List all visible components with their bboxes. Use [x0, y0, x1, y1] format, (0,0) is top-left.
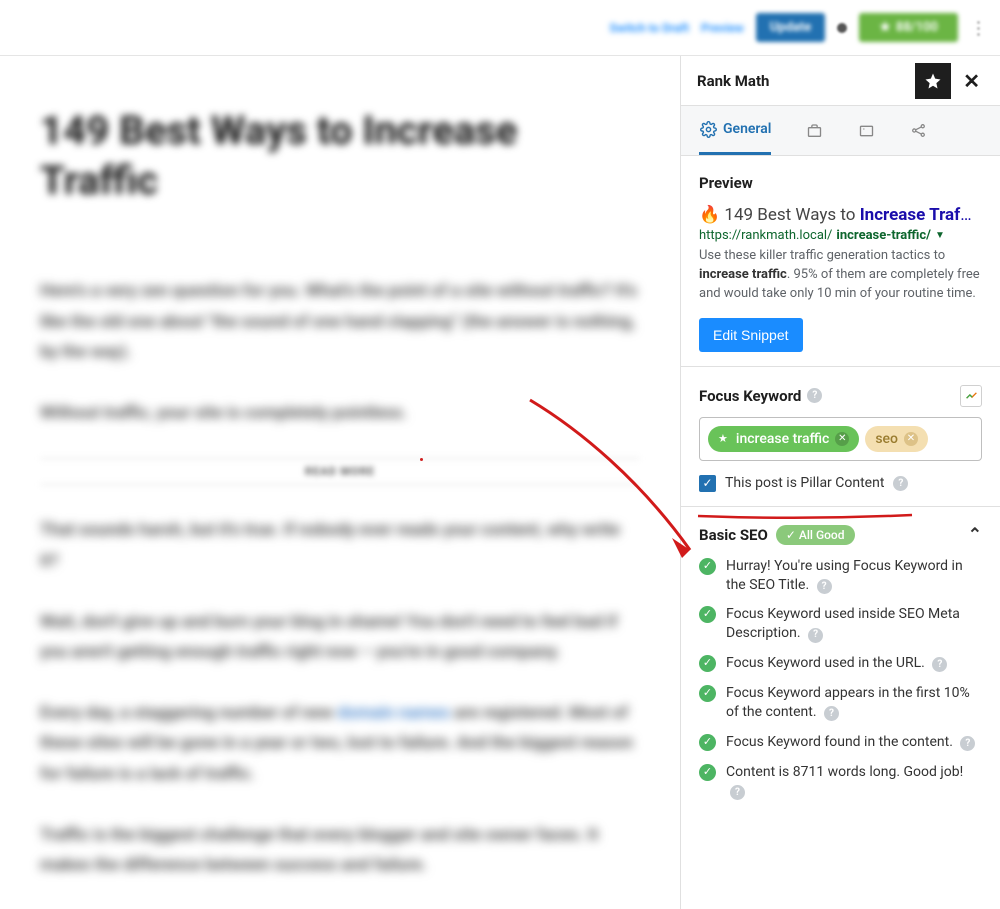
- tab-schema[interactable]: [857, 106, 875, 155]
- rankmath-sidebar-panel: Rank Math ✕ General: [680, 56, 1000, 909]
- caret-down-icon[interactable]: ▼: [935, 230, 945, 241]
- post-title[interactable]: 149 Best Ways to Increase Traffic: [40, 106, 640, 206]
- post-paragraph[interactable]: Traffic is the biggest challenge that ev…: [40, 820, 640, 881]
- check-icon: ✓: [699, 606, 716, 623]
- check-icon: ✓: [699, 655, 716, 672]
- all-good-badge: ✓ All Good: [776, 525, 855, 545]
- schema-icon: [857, 122, 875, 140]
- pillar-checkbox[interactable]: ✓: [699, 475, 716, 492]
- tab-general[interactable]: General: [699, 106, 771, 155]
- panel-title: Rank Math: [697, 72, 769, 90]
- seo-check-item: ✓ Hurray! You're using Focus Keyword in …: [699, 557, 982, 595]
- check-icon: ✓: [699, 734, 716, 751]
- settings-icon[interactable]: [837, 23, 847, 33]
- chevron-up-icon[interactable]: ⌃: [968, 525, 982, 545]
- preview-snippet-url[interactable]: https://rankmath.local/increase-traffic/…: [699, 228, 982, 243]
- update-button[interactable]: Update: [756, 13, 826, 42]
- kebab-menu-icon[interactable]: ⋯: [968, 20, 989, 36]
- rankmath-score-button[interactable]: ★88/100: [859, 13, 958, 42]
- seo-checklist: ✓ Hurray! You're using Focus Keyword in …: [699, 557, 982, 801]
- preview-snippet-title[interactable]: 🔥 149 Best Ways to Increase Traf…: [699, 204, 982, 226]
- star-icon[interactable]: [915, 63, 951, 99]
- remove-keyword-icon[interactable]: ✕: [835, 432, 849, 446]
- seo-check-item: ✓ Focus Keyword found in the content. ?: [699, 733, 982, 752]
- help-icon[interactable]: ?: [730, 785, 745, 800]
- help-icon[interactable]: ?: [817, 579, 832, 594]
- trends-button[interactable]: [960, 385, 982, 407]
- close-icon[interactable]: ✕: [959, 65, 984, 97]
- pillar-content-row[interactable]: ✓ This post is Pillar Content ?: [699, 475, 982, 492]
- post-paragraph[interactable]: Without traffic, your site is completely…: [40, 398, 640, 429]
- inline-link[interactable]: domain names: [337, 703, 450, 723]
- keyword-input-box[interactable]: ★ increase traffic ✕ seo ✕: [699, 417, 982, 461]
- help-icon[interactable]: ?: [960, 736, 975, 751]
- editor-top-toolbar: Switch to Draft Preview Update ★88/100 ⋯: [0, 0, 1000, 56]
- post-editor-body: 149 Best Ways to Increase Traffic Here's…: [0, 56, 680, 909]
- help-icon[interactable]: ?: [932, 657, 947, 672]
- help-icon[interactable]: ?: [808, 628, 823, 643]
- focus-keyword-label: Focus Keyword: [699, 387, 801, 405]
- panel-tabs-row: General: [681, 106, 1000, 156]
- share-icon: [909, 122, 927, 140]
- post-paragraph[interactable]: That sounds harsh, but it's true. If nob…: [40, 515, 640, 576]
- check-icon: ✓: [699, 685, 716, 702]
- post-paragraph[interactable]: Here's a very zen question for you. What…: [40, 276, 640, 368]
- seo-check-item: ✓ Focus Keyword used in the URL. ?: [699, 654, 982, 673]
- switch-to-draft-link[interactable]: Switch to Draft: [609, 21, 689, 35]
- seo-check-item: ✓ Focus Keyword used inside SEO Meta Des…: [699, 605, 982, 643]
- basic-seo-label: Basic SEO: [699, 526, 768, 544]
- help-icon[interactable]: ?: [824, 706, 839, 721]
- edit-snippet-button[interactable]: Edit Snippet: [699, 318, 803, 352]
- pillar-label: This post is Pillar Content: [725, 475, 884, 491]
- focus-keyword-section: Focus Keyword ? ★ increase traffic ✕ seo…: [681, 367, 1000, 507]
- seo-check-item: ✓ Focus Keyword appears in the first 10%…: [699, 684, 982, 722]
- check-icon: ✓: [699, 558, 716, 575]
- tab-social[interactable]: [909, 106, 927, 155]
- annotation-dot: [420, 458, 423, 461]
- gear-icon: [699, 120, 717, 138]
- star-icon: ★: [718, 432, 728, 445]
- seo-check-item: ✓ Content is 8711 words long. Good job! …: [699, 763, 982, 801]
- help-icon[interactable]: ?: [893, 476, 908, 491]
- keyword-pill-secondary[interactable]: seo ✕: [865, 426, 928, 452]
- preview-section: Preview 🔥 149 Best Ways to Increase Traf…: [681, 156, 1000, 367]
- basic-seo-section: Basic SEO ✓ All Good ⌃ ✓ Hurray! You're …: [681, 507, 1000, 815]
- preview-snippet-desc[interactable]: Use these killer traffic generation tact…: [699, 247, 982, 304]
- remove-keyword-icon[interactable]: ✕: [904, 432, 918, 446]
- preview-link[interactable]: Preview: [701, 21, 744, 35]
- help-icon[interactable]: ?: [807, 388, 822, 403]
- post-paragraph[interactable]: Wait, don't give up and burn your blog i…: [40, 607, 640, 668]
- post-paragraph[interactable]: Every day, a staggering number of new do…: [40, 698, 640, 790]
- tab-advanced[interactable]: [805, 106, 823, 155]
- preview-section-title: Preview: [699, 174, 982, 192]
- check-icon: ✓: [699, 764, 716, 781]
- read-more-tag[interactable]: READ MORE: [40, 458, 640, 485]
- keyword-pill-primary[interactable]: ★ increase traffic ✕: [708, 426, 859, 452]
- briefcase-icon: [805, 122, 823, 140]
